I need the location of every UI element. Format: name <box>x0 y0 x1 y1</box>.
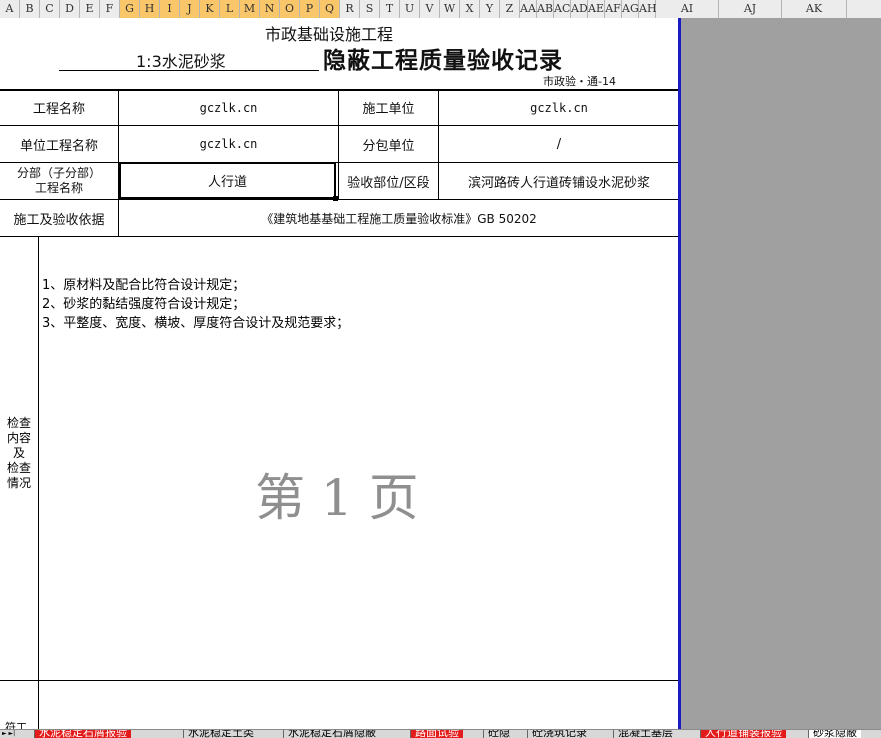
subcontractor-label: 分包单位 <box>362 138 415 154</box>
inspection-item: 3、平整度、宽度、横坡、厚度符合设计及规范要求； <box>42 316 350 331</box>
column-header-p[interactable]: P <box>300 0 320 18</box>
column-header-v[interactable]: V <box>420 0 440 18</box>
column-header-f[interactable]: F <box>100 0 120 18</box>
column-header-k[interactable]: K <box>200 0 220 18</box>
subdivision-label: 分部（子分部） 工程名称 <box>0 163 118 199</box>
worksheet[interactable]: 市政基础设施工程 1:3水泥砂浆 隐蔽工程质量验收记录 市政验・通-14 工程名… <box>0 18 679 729</box>
subdivision-label-line2: 工程名称 <box>34 181 83 195</box>
column-header-aa[interactable]: AA <box>520 0 537 18</box>
column-header-w[interactable]: W <box>440 0 460 18</box>
column-header-ae[interactable]: AE <box>588 0 605 18</box>
column-header-u[interactable]: U <box>400 0 420 18</box>
column-header-ag[interactable]: AG <box>622 0 639 18</box>
column-header-b[interactable]: B <box>20 0 40 18</box>
column-header-ak[interactable]: AK <box>782 0 847 18</box>
column-header-s[interactable]: S <box>360 0 380 18</box>
column-header-l[interactable]: L <box>220 0 240 18</box>
column-header-y[interactable]: Y <box>480 0 500 18</box>
column-header-r[interactable]: R <box>340 0 360 18</box>
column-header-ah[interactable]: AH <box>639 0 657 18</box>
column-header-i[interactable]: I <box>160 0 180 18</box>
location-value[interactable]: 滨河路砖人行道砖铺设水泥砂浆 <box>439 163 679 199</box>
subject-underline <box>59 70 319 71</box>
location-label: 验收部位/区段 <box>347 175 430 191</box>
form-code: 市政验・通-14 <box>543 75 616 88</box>
inspection-label-part: 情况 <box>6 476 31 490</box>
column-header-q[interactable]: Q <box>320 0 340 18</box>
inspection-item: 1、原材料及配合比符合设计规定； <box>42 278 246 293</box>
subdivision-label-line1: 分部（子分部） <box>16 166 101 180</box>
inspection-label-part: 及 <box>12 446 25 460</box>
inspection-label-part: 检查 <box>6 416 31 430</box>
grid-line <box>0 680 679 681</box>
column-header-ad[interactable]: AD <box>571 0 588 18</box>
column-header-ai[interactable]: AI <box>656 0 719 18</box>
grid-line <box>0 236 679 237</box>
column-header-a[interactable]: A <box>0 0 20 18</box>
page-watermark: 第 1 页 <box>255 469 419 527</box>
column-header-o[interactable]: O <box>280 0 300 18</box>
main-title: 隐蔽工程质量验收记录 <box>323 48 563 74</box>
column-header-z[interactable]: Z <box>500 0 520 18</box>
column-header-h[interactable]: H <box>140 0 160 18</box>
inspection-label-part: 检查 <box>6 461 31 475</box>
project-name-label: 工程名称 <box>32 102 85 117</box>
inspection-item: 2、砂浆的黏结强度符合设计规定； <box>42 297 246 312</box>
project-name-value[interactable]: gczlk.cn <box>119 90 338 125</box>
column-header-n[interactable]: N <box>260 0 280 18</box>
column-header-aj[interactable]: AJ <box>719 0 782 18</box>
column-header-j[interactable]: J <box>180 0 200 18</box>
inspection-items[interactable]: 1、原材料及配合比符合设计规定； 2、砂浆的黏结强度符合设计规定； 3、平整度、宽度… <box>42 276 349 333</box>
column-header-e[interactable]: E <box>80 0 100 18</box>
unit-project-label: 单位工程名称 <box>19 138 98 154</box>
column-header-ab[interactable]: AB <box>537 0 554 18</box>
subject-text: 1:3水泥砂浆 <box>136 52 226 71</box>
inspection-label: 检查 内容及检查 情况 <box>0 416 38 491</box>
column-header-c[interactable]: C <box>40 0 60 18</box>
column-header-d[interactable]: D <box>60 0 80 18</box>
subdivision-value-selected-cell[interactable]: 人行道 <box>119 162 336 199</box>
outside-print-area <box>681 18 881 729</box>
inspection-label-part: 内容 <box>6 431 31 445</box>
contractor-label: 施工单位 <box>362 102 415 117</box>
column-header-g[interactable]: G <box>120 0 140 18</box>
column-header-ac[interactable]: AC <box>554 0 571 18</box>
basis-value[interactable]: 《建筑地基基础工程施工质量验收标准》GB 50202 <box>119 200 679 236</box>
bottom-label-partial: 符工 <box>5 721 27 729</box>
subcontractor-value[interactable]: / <box>439 126 679 162</box>
column-header-m[interactable]: M <box>240 0 260 18</box>
column-header-af[interactable]: AF <box>605 0 622 18</box>
column-header-x[interactable]: X <box>460 0 480 18</box>
column-header-bar: A B C D E F G H I J K L M N O P Q R S T U V W X Y Z AA AB AC AD AE AF AG… <box>0 0 881 19</box>
contractor-value[interactable]: gczlk.cn <box>439 90 679 125</box>
basis-label: 施工及验收依据 <box>13 212 105 228</box>
column-header-t[interactable]: T <box>380 0 400 18</box>
unit-project-value[interactable]: gczlk.cn <box>119 126 338 162</box>
grid-line <box>38 236 39 729</box>
